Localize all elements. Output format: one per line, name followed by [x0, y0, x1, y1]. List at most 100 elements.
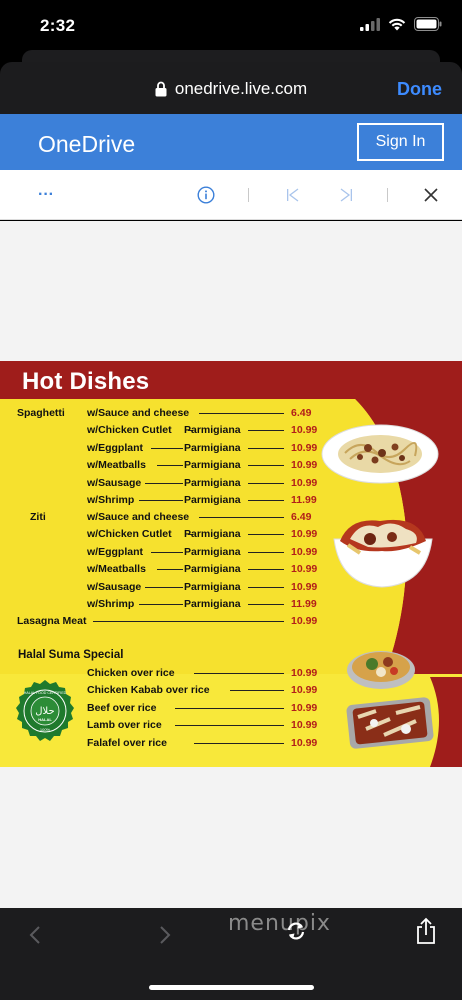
item-price: 10.99 — [291, 476, 318, 489]
item-price: 10.99 — [291, 528, 318, 541]
leader-line — [175, 725, 284, 727]
menu-item-row: w/Sausage Parmigiana 10.99 — [0, 476, 330, 490]
battery-icon — [414, 17, 442, 31]
sign-in-button[interactable]: Sign In — [357, 123, 444, 161]
item-price: 10.99 — [291, 424, 318, 437]
leader-line — [151, 551, 183, 553]
item-name: Chicken over rice — [87, 667, 175, 679]
menu-item-row: w/Eggplant Parmigiana 10.99 — [0, 441, 330, 455]
section-label: Lasagna Meat — [17, 615, 87, 627]
address-bar[interactable]: onedrive.live.com — [0, 79, 462, 99]
share-icon — [417, 917, 435, 944]
sheet-hint — [22, 50, 440, 62]
leader-line — [144, 586, 183, 588]
onedrive-header: OneDrive Sign In — [0, 114, 462, 170]
badge-top-text: HALAL FOOD CERTIFIED — [24, 691, 67, 695]
forward-button[interactable] — [158, 925, 172, 950]
back-icon — [29, 926, 40, 944]
leader-line — [193, 673, 284, 674]
item-name: w/Chicken Cutlet — [87, 528, 172, 541]
item-name: w/Eggplant — [87, 441, 143, 454]
item-name: Lamb over rice — [87, 719, 162, 732]
item-price: 10.99 — [291, 459, 318, 472]
leader-line — [248, 465, 284, 467]
menu-item-row: w/Sausage Parmigiana 10.99 — [0, 580, 330, 594]
viewer-toolbar: ··· — [0, 170, 462, 220]
item-price: 10.99 — [291, 615, 318, 627]
section-label: Spaghetti — [17, 407, 65, 419]
leader-line — [93, 621, 284, 622]
safari-header: onedrive.live.com Done — [0, 62, 462, 114]
toolbar-divider — [248, 188, 249, 202]
leader-line — [138, 500, 183, 501]
item-style: Parmigiana — [184, 545, 241, 558]
item-price: 10.99 — [291, 563, 318, 576]
item-name: Falafel over rice — [87, 736, 167, 749]
item-name: w/Shrimp — [87, 494, 135, 506]
item-name: w/Meatballs — [87, 563, 146, 576]
leader-line — [157, 465, 183, 467]
home-indicator — [149, 985, 314, 990]
onedrive-logo[interactable]: OneDrive — [38, 131, 135, 158]
spaghetti-photo — [321, 424, 439, 484]
leader-line — [248, 500, 284, 501]
item-style: Parmigiana — [184, 598, 241, 610]
info-button[interactable] — [195, 184, 217, 206]
item-price: 6.49 — [291, 407, 312, 419]
leader-line — [198, 413, 284, 414]
badge-halal: HALAL — [38, 717, 52, 722]
item-price: 11.99 — [291, 598, 317, 610]
refresh-icon — [287, 922, 305, 940]
item-name: Beef over rice — [87, 701, 157, 714]
leader-line — [151, 447, 183, 449]
menu-item-row: Chicken over rice 10.99 — [0, 666, 330, 680]
menu-item-row: w/Meatballs Parmigiana 10.99 — [0, 562, 330, 576]
item-name: w/Chicken Cutlet — [87, 424, 172, 437]
section-label: Ziti — [30, 511, 46, 523]
leader-line — [193, 742, 284, 744]
menu-item-row: w/Meatballs Parmigiana 10.99 — [0, 458, 330, 472]
leader-line — [157, 569, 183, 571]
menu-item-row: w/Shrimp Parmigiana 11.99 — [0, 597, 330, 611]
item-style: Parmigiana — [184, 494, 241, 506]
item-price: 10.99 — [291, 667, 318, 679]
item-name: w/Shrimp — [87, 598, 135, 610]
item-price: 10.99 — [291, 441, 318, 454]
menu-item-row: w/Shrimp Parmigiana 11.99 — [0, 493, 330, 507]
item-name: Chicken Kabab over rice — [87, 684, 210, 697]
item-style: Parmigiana — [184, 476, 241, 489]
item-price: 11.99 — [291, 494, 317, 506]
badge-arabic: حلال — [35, 706, 54, 717]
refresh-button[interactable] — [284, 919, 308, 948]
last-page-button[interactable] — [336, 184, 356, 206]
item-name: w/Sausage — [87, 476, 142, 489]
done-button[interactable]: Done — [397, 79, 442, 100]
leader-line — [198, 517, 284, 518]
menu-item-row: w/Chicken Cutlet Parmigiana 10.99 — [0, 527, 330, 541]
item-price: 10.99 — [291, 545, 318, 558]
leader-line — [248, 586, 284, 588]
kabab-tray-photo — [346, 697, 434, 749]
status-icons — [360, 17, 442, 31]
last-page-icon — [340, 188, 352, 202]
menu-item-row: Lasagna Meat 10.99 — [0, 614, 330, 628]
wifi-icon — [388, 18, 406, 30]
menupix-watermark: menupix — [228, 911, 331, 936]
leader-line — [248, 551, 284, 553]
close-button[interactable] — [421, 184, 441, 206]
menu-image: Hot Dishes Spaghetti w/Sauce and cheese 6.… — [0, 361, 462, 767]
item-style: Parmigiana — [184, 459, 241, 472]
menu-item-row: Ziti w/Sauce and cheese 6.49 — [0, 510, 330, 524]
menu-item-row: Spaghetti w/Sauce and cheese 6.49 — [0, 406, 330, 420]
more-options-button[interactable]: ··· — [33, 184, 59, 206]
leader-line — [144, 482, 183, 484]
status-bar: 2:32 — [0, 0, 462, 56]
leader-line — [248, 569, 284, 571]
first-page-button[interactable] — [283, 184, 303, 206]
item-price: 10.99 — [291, 684, 318, 697]
leader-line — [248, 482, 284, 484]
ziti-photo — [333, 519, 433, 588]
lock-icon — [155, 81, 167, 97]
back-button[interactable] — [28, 925, 42, 950]
share-button[interactable] — [414, 917, 438, 950]
